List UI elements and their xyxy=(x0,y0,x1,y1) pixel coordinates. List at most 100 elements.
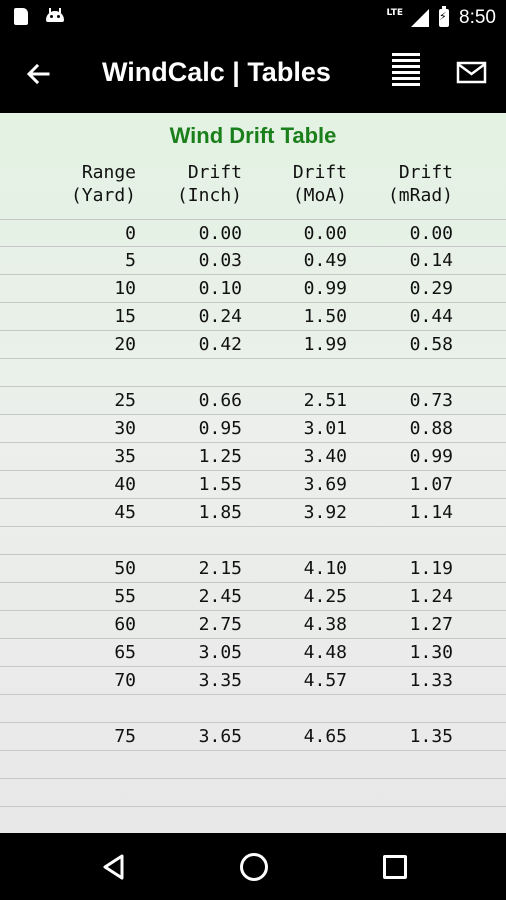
drift-inch-cell: 0.24 xyxy=(198,306,242,327)
range-cell: 50 xyxy=(114,558,136,579)
drift-moa-cell: 3.92 xyxy=(303,502,347,523)
drift-inch-cell: 3.35 xyxy=(198,670,242,691)
drift-moa-cell: 3.69 xyxy=(303,474,347,495)
range-cell: 30 xyxy=(114,418,136,439)
drift-moa-cell: 0.00 xyxy=(303,223,347,244)
drift-moa-cell: 0.99 xyxy=(303,278,347,299)
drift-mrad-cell: 0.00 xyxy=(409,223,453,244)
drift-inch-cell: 0.66 xyxy=(198,390,242,411)
range-cell: 75 xyxy=(114,726,136,747)
drift-moa-cell: 4.48 xyxy=(303,642,347,663)
drift-mrad-cell: 0.88 xyxy=(409,418,453,439)
drift-inch-cell: 1.85 xyxy=(198,502,242,523)
nav-recents-button[interactable] xyxy=(383,855,407,879)
drift-moa-cell: 4.65 xyxy=(303,726,347,747)
range-cell: 20 xyxy=(114,334,136,355)
table-row: 35 1.25 3.40 0.99 xyxy=(0,443,506,471)
battery-charging-icon xyxy=(439,5,450,27)
header-mrad-line1: Drift xyxy=(398,162,453,183)
drift-mrad-cell: 0.73 xyxy=(409,390,453,411)
table-row xyxy=(0,695,506,723)
drift-inch-cell: 0.10 xyxy=(198,278,242,299)
range-cell: 35 xyxy=(114,446,136,467)
drift-mrad-cell: 1.07 xyxy=(409,474,453,495)
network-type-label: LTE xyxy=(386,8,404,18)
drift-inch-cell: 0.03 xyxy=(198,250,242,271)
table-row xyxy=(0,751,506,779)
range-cell: 0 xyxy=(125,223,136,244)
drift-mrad-cell: 1.19 xyxy=(409,558,453,579)
drift-mrad-cell: 0.99 xyxy=(409,446,453,467)
range-cell: 45 xyxy=(114,502,136,523)
drift-moa-cell: 2.51 xyxy=(303,390,347,411)
status-bar: LTE 8:50 xyxy=(0,0,506,35)
header-range-line1: Range xyxy=(81,162,136,183)
range-cell: 70 xyxy=(114,670,136,691)
back-button[interactable] xyxy=(20,55,60,95)
drift-moa-cell: 3.01 xyxy=(303,418,347,439)
range-cell: 55 xyxy=(114,586,136,607)
table-row: 65 3.05 4.48 1.30 xyxy=(0,639,506,667)
app-bar: WindCalc | Tables xyxy=(0,35,506,113)
drift-mrad-cell: 0.58 xyxy=(409,334,453,355)
sd-card-icon xyxy=(14,8,28,25)
drift-inch-cell: 3.05 xyxy=(198,642,242,663)
drift-mrad-cell: 1.33 xyxy=(409,670,453,691)
android-icon xyxy=(46,8,64,22)
drift-mrad-cell: 1.24 xyxy=(409,586,453,607)
table-row xyxy=(0,779,506,807)
header-inch-line2: (Inch) xyxy=(176,185,242,206)
table-row: 70 3.35 4.57 1.33 xyxy=(0,667,506,695)
table-row: 45 1.85 3.92 1.14 xyxy=(0,499,506,527)
table-row: 50 2.15 4.10 1.19 xyxy=(0,555,506,583)
arrow-left-icon xyxy=(26,63,50,85)
range-cell: 40 xyxy=(114,474,136,495)
header-drift-mrad: Drift (mRad) xyxy=(388,161,453,207)
header-range: Range (Yard) xyxy=(71,161,136,207)
header-drift-moa: Drift (MoA) xyxy=(293,161,347,207)
range-cell: 5 xyxy=(125,250,136,271)
drift-inch-cell: 2.15 xyxy=(198,558,242,579)
email-button[interactable] xyxy=(456,61,488,85)
table-row: 15 0.24 1.50 0.44 xyxy=(0,303,506,331)
table-row: 20 0.42 1.99 0.58 xyxy=(0,331,506,359)
drift-moa-cell: 4.10 xyxy=(303,558,347,579)
navigation-bar xyxy=(0,833,506,900)
drift-inch-cell: 0.42 xyxy=(198,334,242,355)
table-content[interactable]: Wind Drift Table Range (Yard) Drift (Inc… xyxy=(0,113,506,833)
range-cell: 60 xyxy=(114,614,136,635)
table-row xyxy=(0,527,506,555)
table-row: 10 0.10 0.99 0.29 xyxy=(0,275,506,303)
table-row: 5 0.03 0.49 0.14 xyxy=(0,247,506,275)
drift-moa-cell: 1.99 xyxy=(303,334,347,355)
table-title: Wind Drift Table xyxy=(169,123,337,148)
drift-mrad-cell: 1.27 xyxy=(409,614,453,635)
nav-home-button[interactable] xyxy=(240,853,268,881)
table-list-button[interactable] xyxy=(392,53,420,93)
drift-inch-cell: 2.45 xyxy=(198,586,242,607)
range-cell: 15 xyxy=(114,306,136,327)
range-cell: 65 xyxy=(114,642,136,663)
nav-back-button[interactable] xyxy=(100,853,128,881)
signal-icon xyxy=(411,8,430,27)
header-drift-inch: Drift (Inch) xyxy=(177,161,242,207)
table-row xyxy=(0,359,506,387)
triangle-back-icon xyxy=(103,854,124,880)
range-cell: 25 xyxy=(114,390,136,411)
status-clock: 8:50 xyxy=(459,6,496,28)
range-cell: 10 xyxy=(114,278,136,299)
table-row: 40 1.55 3.69 1.07 xyxy=(0,471,506,499)
header-moa-line2: (MoA) xyxy=(292,185,347,206)
drift-mrad-cell: 0.14 xyxy=(409,250,453,271)
drift-moa-cell: 4.25 xyxy=(303,586,347,607)
table-row: 25 0.66 2.51 0.73 xyxy=(0,387,506,415)
drift-moa-cell: 0.49 xyxy=(303,250,347,271)
drift-moa-cell: 3.40 xyxy=(303,446,347,467)
table-row: 55 2.45 4.25 1.24 xyxy=(0,583,506,611)
list-lines-icon xyxy=(392,53,420,86)
header-range-line2: (Yard) xyxy=(70,185,136,206)
drift-mrad-cell: 1.14 xyxy=(409,502,453,523)
drift-mrad-cell: 0.44 xyxy=(409,306,453,327)
drift-inch-cell: 1.25 xyxy=(198,446,242,467)
drift-moa-cell: 1.50 xyxy=(303,306,347,327)
